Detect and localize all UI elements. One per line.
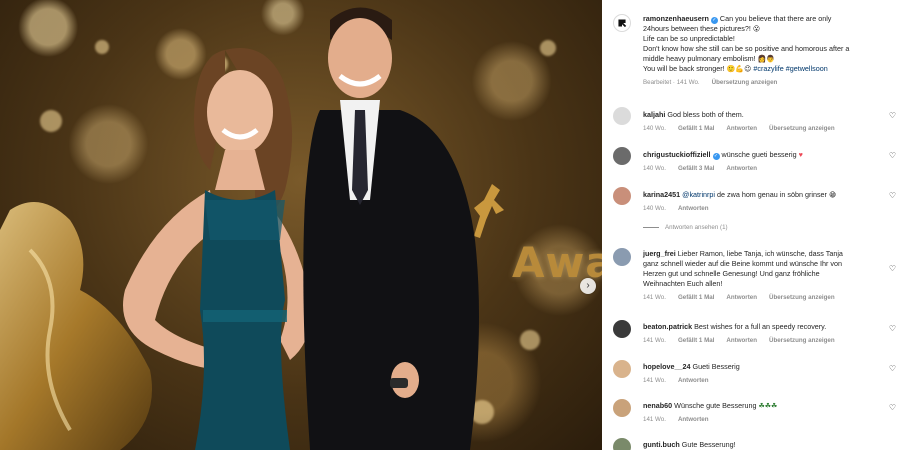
comment-time: 141 Wo. [643, 416, 666, 423]
hashtag-link[interactable]: #getwellsoon [786, 64, 828, 73]
comment-time: 140 Wo. [643, 125, 666, 132]
translate-button[interactable]: Übersetzung anzeigen [769, 293, 835, 303]
like-heart-icon[interactable]: ♡ [889, 403, 896, 412]
reply-button[interactable]: Antworten [726, 164, 757, 174]
translate-button[interactable]: Übersetzung anzeigen [769, 124, 835, 134]
avatar[interactable] [613, 399, 631, 417]
reply-button[interactable]: Antworten [726, 124, 757, 134]
caption-text: 24hours between these pictures?! [643, 24, 751, 33]
comment-time: 140 Wo. [643, 205, 666, 212]
post-photo: Awa › [0, 0, 602, 450]
avatar[interactable] [613, 107, 631, 125]
like-heart-icon[interactable]: ♡ [889, 364, 896, 373]
comment-username[interactable]: karina2451 [643, 190, 680, 199]
comment-text: Best wishes for a full an speedy recover… [694, 322, 827, 331]
emoji-icon: 😮 [752, 25, 761, 33]
comment-text: God bless both of them. [667, 110, 744, 119]
caption-text: Can you believe that there are only [719, 14, 832, 23]
bokeh-sparkle [40, 110, 62, 132]
comment-username[interactable]: chrigustuckioffiziell [643, 150, 711, 159]
bokeh-sparkle [95, 40, 109, 54]
reply-button[interactable]: Antworten [678, 204, 709, 214]
comment-text: ganz schnell wieder auf die Beine kommt … [643, 259, 842, 268]
reply-button[interactable]: Antworten [726, 336, 757, 346]
caption-text: middle heavy pulmonary embolism! [643, 54, 756, 63]
reply-button[interactable]: Antworten [726, 293, 757, 303]
like-heart-icon[interactable]: ♡ [889, 264, 896, 273]
likes-count[interactable]: Gefällt 1 Mal [678, 124, 714, 134]
caption-text: Life can be so unpredictable! [643, 34, 735, 43]
comments-panel: ramonzenhaeusern ✓ Can you believe that … [602, 0, 900, 450]
view-replies-button[interactable]: Antworten ansehen (1) [643, 224, 728, 231]
likes-count[interactable]: Gefällt 1 Mal [678, 293, 714, 303]
avatar[interactable] [613, 320, 631, 338]
post-timestamp: Bearbeitet · 141 Wo. [643, 79, 700, 86]
avatar[interactable] [613, 360, 631, 378]
avatar[interactable] [613, 438, 631, 450]
author-avatar[interactable] [613, 14, 631, 32]
comment-text: wünsche gueti besserig [721, 150, 797, 159]
comment-username[interactable]: hopelove__24 [643, 362, 691, 371]
translate-button[interactable]: Übersetzung anzeigen [769, 336, 835, 346]
comment-text: Lieber Ramon, liebe Tanja, ich wünsche, … [677, 249, 843, 258]
comment-time: 141 Wo. [643, 337, 666, 344]
bokeh-sparkle [540, 40, 556, 56]
avatar[interactable] [613, 187, 631, 205]
caption-text: You will be back stronger! [643, 64, 725, 73]
heart-emoji-icon: ♥ [798, 150, 803, 159]
like-heart-icon[interactable]: ♡ [889, 151, 896, 160]
comment-username[interactable]: nenab60 [643, 401, 672, 410]
reply-button[interactable]: Antworten [678, 376, 709, 386]
avatar[interactable] [613, 248, 631, 266]
avatar[interactable] [613, 147, 631, 165]
caption-text: Don't know how she still can be so posit… [643, 44, 850, 53]
view-replies-label: Antworten ansehen (1) [665, 224, 728, 231]
comment-username[interactable]: gunti.buch [643, 440, 680, 449]
clover-emoji-icon: ☘☘☘ [758, 402, 778, 410]
comment-text: Gute Besserung! [681, 440, 736, 449]
replies-divider [643, 227, 659, 228]
comment-username[interactable]: kaljahi [643, 110, 665, 119]
comment-text: Herzen gut und schnelle Genesung! Und ga… [643, 269, 820, 278]
man-figure [303, 7, 479, 450]
like-heart-icon[interactable]: ♡ [889, 191, 896, 200]
reply-button[interactable]: Antworten [678, 415, 709, 425]
comment-text: Weihnachten Euch allen! [643, 279, 723, 288]
likes-count[interactable]: Gefällt 3 Mal [678, 164, 714, 174]
verified-badge-icon: ✓ [710, 17, 718, 24]
author-username[interactable]: ramonzenhaeusern [643, 14, 709, 23]
emoji-icon: 😁 [828, 191, 837, 199]
likes-count[interactable]: Gefällt 1 Mal [678, 336, 714, 346]
comment-time: 141 Wo. [643, 294, 666, 301]
translate-button[interactable]: Übersetzung anzeigen [712, 78, 778, 88]
comment-text: de zwa hom genau in söbn grinser [717, 190, 827, 199]
comment-username[interactable]: beaton.patrick [643, 322, 692, 331]
hashtag-link[interactable]: #crazylife [753, 64, 783, 73]
comment-text: Wünsche gute Besserung [674, 401, 757, 410]
comment-time: 141 Wo. [643, 377, 666, 384]
like-heart-icon[interactable]: ♡ [889, 324, 896, 333]
verified-badge-icon: ✓ [712, 153, 720, 160]
like-heart-icon[interactable]: ♡ [889, 111, 896, 120]
next-photo-button[interactable]: › [580, 278, 596, 294]
comment-time: 140 Wo. [643, 165, 666, 172]
mention-link[interactable]: @katrinrpi [682, 190, 715, 199]
emoji-icon: 👩👨 [757, 55, 776, 63]
comment-text: Gueti Besserig [692, 362, 740, 371]
comment-username[interactable]: juerg_frei [643, 249, 676, 258]
emoji-icon: 🙂💪😉 [726, 65, 752, 73]
bokeh-sparkle [520, 330, 540, 350]
